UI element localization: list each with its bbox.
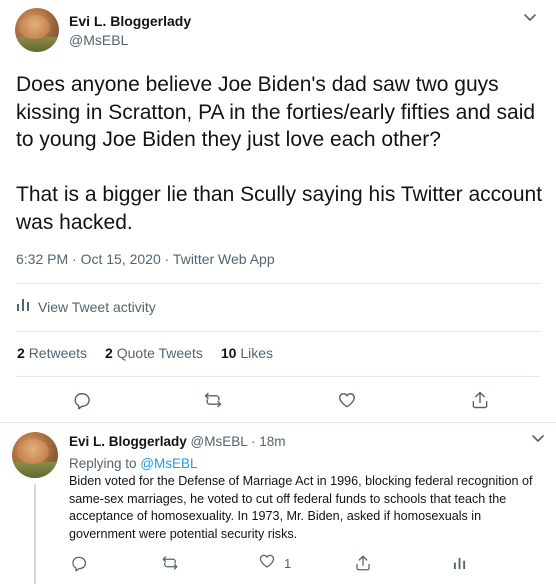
- quotes-count: 2: [105, 345, 113, 361]
- retweet-icon[interactable]: [160, 553, 180, 573]
- like-count: 1: [284, 555, 292, 571]
- reply-time[interactable]: · 18m: [251, 434, 286, 449]
- quotes-label: Quote Tweets: [116, 345, 203, 361]
- divider: [16, 331, 540, 332]
- divider: [16, 376, 540, 377]
- heart-icon[interactable]: [335, 388, 359, 412]
- replying-to-link[interactable]: @MsEBL: [140, 456, 197, 471]
- retweets-stat[interactable]: 2 Retweets: [17, 345, 87, 361]
- heart-icon: [258, 552, 276, 575]
- likes-stat[interactable]: 10 Likes: [221, 345, 273, 361]
- tweet-text: Does anyone believe Joe Biden's dad saw …: [16, 73, 543, 234]
- quote-tweets-stat[interactable]: 2 Quote Tweets: [105, 345, 203, 361]
- divider: [0, 422, 556, 423]
- comment-icon[interactable]: [69, 553, 89, 573]
- comment-icon[interactable]: [70, 388, 94, 412]
- share-icon[interactable]: [468, 388, 492, 412]
- likes-count: 10: [220, 345, 237, 361]
- author-display-name[interactable]: Evi L. Bloggerlady: [69, 13, 191, 29]
- retweets-count: 2: [17, 345, 25, 361]
- reply-header: Evi L. Bloggerlady @MsEBL · 18m: [69, 434, 286, 449]
- reply-author-avatar[interactable]: [12, 432, 58, 478]
- tweet-timestamp[interactable]: 6:32 PM · Oct 15, 2020 · Twitter Web App: [16, 251, 275, 267]
- reply-author-handle[interactable]: @MsEBL: [191, 434, 248, 449]
- reply-text: Biden voted for the Defense of Marriage …: [69, 474, 533, 541]
- divider: [16, 283, 540, 284]
- likes-label: Likes: [240, 345, 274, 361]
- author-handle[interactable]: @MsEBL: [69, 32, 128, 48]
- author-avatar[interactable]: [15, 8, 59, 52]
- retweets-label: Retweets: [28, 345, 88, 361]
- view-tweet-activity-link[interactable]: View Tweet activity: [16, 298, 156, 315]
- replying-to: Replying to @MsEBL: [69, 456, 198, 471]
- chevron-down-icon[interactable]: [530, 432, 546, 446]
- like-button[interactable]: 1: [258, 553, 291, 573]
- reply-author-name[interactable]: Evi L. Bloggerlady: [69, 434, 187, 449]
- thread-connector-line: [34, 484, 36, 584]
- retweet-icon[interactable]: [201, 388, 225, 412]
- analytics-icon[interactable]: [449, 553, 469, 573]
- view-tweet-activity-label: View Tweet activity: [38, 298, 156, 315]
- analytics-icon: [16, 298, 30, 315]
- tweet-stats: 2 Retweets 2 Quote Tweets 10 Likes: [17, 345, 273, 361]
- replying-prefix: Replying to: [69, 456, 141, 471]
- share-icon[interactable]: [353, 553, 373, 573]
- chevron-down-icon[interactable]: [520, 10, 540, 26]
